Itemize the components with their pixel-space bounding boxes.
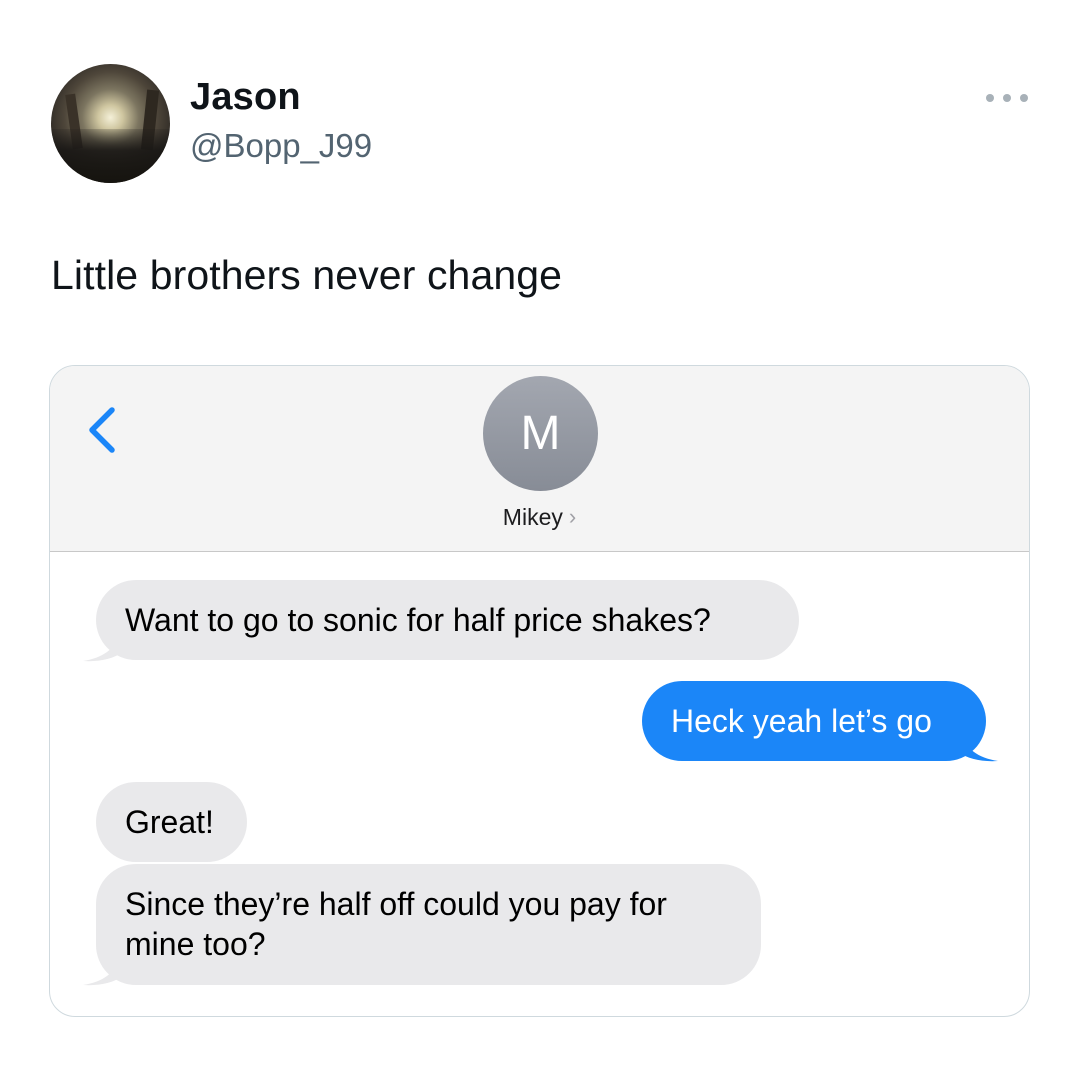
more-dot xyxy=(986,94,994,102)
message-bubble-incoming[interactable]: Want to go to sonic for half price shake… xyxy=(96,580,799,660)
message-bubble-incoming[interactable]: Great! xyxy=(96,782,247,862)
message-bubble-incoming[interactable]: Since they’re half off could you pay for… xyxy=(96,864,761,985)
author-avatar[interactable] xyxy=(51,64,170,183)
contact-initial: M xyxy=(520,407,561,460)
author-handle[interactable]: @Bopp_J99 xyxy=(190,127,372,165)
author-name[interactable]: Jason xyxy=(190,76,301,119)
tweet-text: Little brothers never change xyxy=(51,252,563,298)
message-text-line: mine too? xyxy=(125,926,266,962)
chevron-right-icon: › xyxy=(568,504,577,529)
more-horizontal-icon[interactable] xyxy=(986,90,1028,106)
more-dot xyxy=(1003,94,1011,102)
contact-name-button[interactable]: Mikey › xyxy=(50,504,1029,531)
message-text: Want to go to sonic for half price shake… xyxy=(125,602,711,638)
message-text-line: Since they’re half off could you pay for xyxy=(125,886,667,922)
contact-avatar[interactable]: M xyxy=(483,376,598,491)
avatar-photo-detail xyxy=(51,129,170,183)
attached-screenshot[interactable]: M Mikey › Want to go to sonic for half p… xyxy=(49,365,1030,1017)
chevron-left-icon[interactable] xyxy=(84,404,120,456)
message-text: Heck yeah let’s go xyxy=(671,703,932,739)
message-text: Great! xyxy=(125,804,214,840)
more-dot xyxy=(1020,94,1028,102)
tweet-page: Jason @Bopp_J99 Little brothers never ch… xyxy=(0,0,1080,1080)
conversation-header: M Mikey › xyxy=(50,366,1029,552)
contact-name: Mikey xyxy=(502,504,563,530)
message-bubble-outgoing[interactable]: Heck yeah let’s go xyxy=(642,681,986,761)
